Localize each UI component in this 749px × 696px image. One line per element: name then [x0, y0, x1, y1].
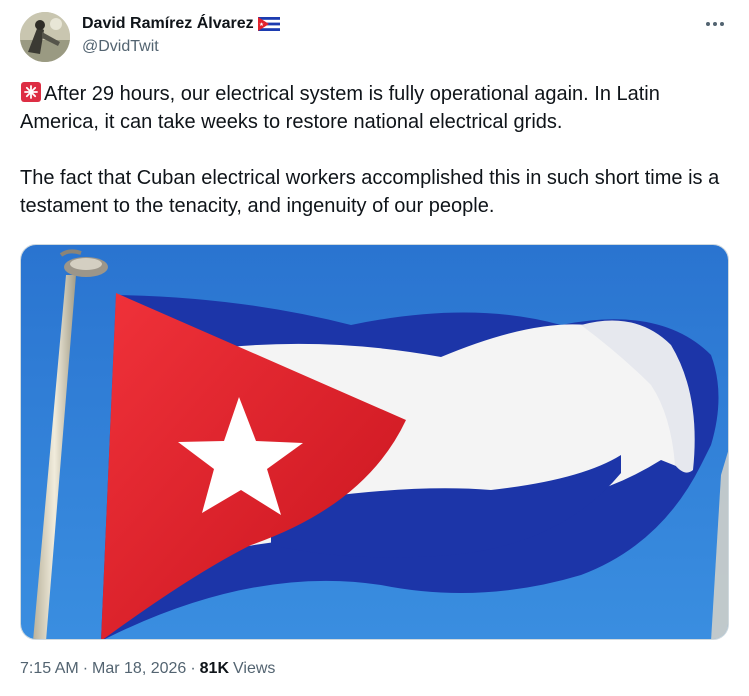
tweet-paragraph-1: After 29 hours, our electrical system is…: [20, 80, 720, 136]
tweet-time[interactable]: 7:15 AM: [20, 660, 79, 678]
name-row: David Ramírez Álvarez: [82, 13, 280, 35]
author-block: David Ramírez Álvarez @DvidTwit: [82, 13, 280, 56]
tweet-text: After 29 hours, our electrical system is…: [20, 80, 720, 220]
views-count[interactable]: 81K: [200, 660, 229, 678]
tweet-meta: 7:15 AM · Mar 18, 2026 · 81K Views: [20, 660, 275, 678]
display-name[interactable]: David Ramírez Álvarez: [82, 15, 254, 33]
cuban-flag-photo: [21, 245, 728, 639]
ellipsis-icon: [706, 22, 724, 26]
avatar[interactable]: [20, 12, 70, 62]
handle[interactable]: @DvidTwit: [82, 38, 280, 56]
meta-separator: ·: [190, 660, 196, 677]
tweet-paragraph-1-text: After 29 hours, our electrical system is…: [20, 83, 660, 133]
more-options-button[interactable]: [703, 14, 727, 34]
tweet-paragraph-2: The fact that Cuban electrical workers a…: [20, 167, 720, 217]
views-label: Views: [233, 660, 276, 677]
rotating-light-icon: [20, 81, 42, 103]
cuba-flag-icon: [257, 17, 280, 31]
meta-separator: ·: [82, 660, 89, 677]
tweet-card: David Ramírez Álvarez @DvidTwit After 29…: [0, 0, 749, 696]
tweet-date[interactable]: Mar 18, 2026: [92, 660, 186, 678]
profile-photo-icon: [20, 12, 70, 62]
tweet-media-image[interactable]: [20, 244, 729, 640]
